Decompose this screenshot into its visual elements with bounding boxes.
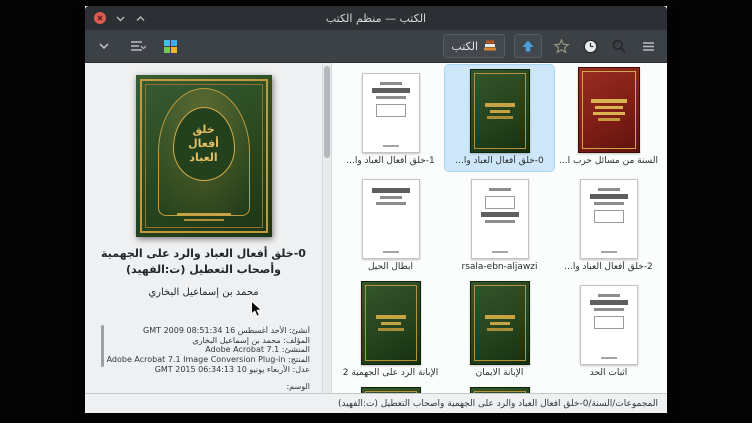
- details-panel: خلق أفعال العباد 0-خلق أفعال العباد والر…: [85, 63, 322, 393]
- meta-tag: الوسم:: [95, 382, 310, 392]
- book-thumbnail: [470, 385, 530, 393]
- sort-menu-button[interactable]: [127, 35, 147, 57]
- scrollbar-thumb[interactable]: [324, 66, 330, 158]
- meta-producer: المنتج: Adobe Acrobat 7.1 Image Conversi…: [95, 355, 310, 365]
- grid-item[interactable]: rsala-ebn-aljawzi: [445, 171, 554, 277]
- meta-creator: المنشئ: Adobe Acrobat 7.1: [95, 345, 310, 355]
- titlebar: الكتب — منظم الكتب: [85, 6, 667, 30]
- grid-item[interactable]: [336, 383, 445, 393]
- books-button-label: الكتب: [451, 40, 478, 53]
- grid-scrollbar[interactable]: [322, 63, 332, 393]
- grid-item[interactable]: اثبات الحد: [554, 277, 663, 383]
- toolbar-left-group: [94, 35, 180, 57]
- app-window: الكتب — منظم الكتب: [85, 6, 667, 413]
- star-icon: [553, 38, 570, 55]
- toolbar: الكتب: [85, 30, 667, 63]
- search-icon: [611, 38, 627, 54]
- grid-item: [554, 383, 663, 393]
- grid-item-label: 2-خلق أفعال العباد وا...: [564, 261, 653, 273]
- expand-chevron-button[interactable]: [94, 35, 114, 57]
- minimize-icon: [115, 13, 126, 24]
- main-content: خلق أفعال العباد 0-خلق أفعال العباد والر…: [85, 63, 667, 393]
- grid-item-label: السنة من مسائل حرب ا...: [559, 155, 658, 167]
- grid-item[interactable]: 2-خلق أفعال العباد وا...: [554, 171, 663, 277]
- grid-item-selected[interactable]: 0-خلق أفعال العباد وا...: [445, 65, 554, 171]
- status-bar: المجموعات/السنة/0-خلق أفعال العباد والرد…: [85, 393, 667, 413]
- icon-view-icon: [162, 38, 179, 55]
- close-button[interactable]: [94, 12, 106, 24]
- sort-list-icon: [129, 38, 146, 54]
- close-icon: [96, 14, 104, 22]
- book-grid: السنة من مسائل حرب ا... 0-خلق أفعال العب…: [332, 63, 667, 393]
- go-up-button[interactable]: [514, 34, 542, 58]
- grid-item-label: rsala-ebn-aljawzi: [462, 261, 538, 273]
- book-author: محمد بن إسماعيل البخاري: [85, 287, 322, 298]
- grid-item-label: اثبات الحد: [590, 367, 628, 379]
- book-thumbnail: [578, 67, 640, 153]
- book-cover: خلق أفعال العباد: [136, 75, 272, 237]
- meta-author: المؤلف: محمد بن إسماعيل البخاري: [95, 336, 310, 346]
- window-controls: [94, 6, 146, 30]
- chevron-down-icon: [96, 38, 112, 54]
- meta-modified: عدل: الأربعاء يونيو 10 06:34:13 2015 GMT: [95, 365, 310, 375]
- collection-books-button[interactable]: الكتب: [443, 34, 505, 58]
- minimize-button[interactable]: [115, 9, 126, 28]
- favorites-button[interactable]: [551, 35, 571, 57]
- book-metadata: أنشئ: الأحد أغسطس 16 08:51:34 2009 GMT ا…: [95, 326, 310, 392]
- book-thumbnail: [470, 279, 530, 365]
- menu-button[interactable]: [638, 35, 658, 57]
- screen: { "titlebar": { "title": "الكتب — منظم ا…: [0, 0, 752, 423]
- book-thumbnail: [361, 279, 421, 365]
- recent-button[interactable]: [580, 35, 600, 57]
- grid-item-label: 1-خلق أفعال العباد وا...: [346, 155, 435, 167]
- book-thumbnail: [580, 173, 638, 259]
- books-icon: [483, 38, 497, 55]
- grid-item[interactable]: الإبانة الايمان: [445, 277, 554, 383]
- grid-item-label: 0-خلق أفعال العباد وا...: [455, 155, 544, 167]
- cover-title: خلق أفعال العباد: [179, 123, 229, 166]
- grid-item[interactable]: السنة من مسائل حرب ا...: [554, 65, 663, 171]
- toolbar-right-group: الكتب: [443, 34, 658, 58]
- window-title: الكتب — منظم الكتب: [85, 12, 667, 25]
- grid-item[interactable]: [445, 383, 554, 393]
- maximize-button[interactable]: [135, 9, 146, 28]
- grid-item-label: الإبانة الرد على الجهمية 2: [343, 367, 438, 379]
- grid-item[interactable]: 1-خلق أفعال العباد وا...: [336, 65, 445, 171]
- hamburger-icon: [641, 39, 656, 54]
- book-thumbnail: [362, 67, 420, 153]
- book-title: 0-خلق أفعال العباد والرد على الجهمية وأص…: [98, 246, 309, 278]
- clock-icon: [582, 38, 599, 55]
- search-button[interactable]: [609, 35, 629, 57]
- book-thumbnail: [580, 279, 638, 365]
- grid-item-label: الإبانة الايمان: [476, 367, 524, 379]
- maximize-icon: [135, 13, 146, 24]
- icon-view-button[interactable]: [160, 35, 180, 57]
- grid-item[interactable]: الإبانة الرد على الجهمية 2: [336, 277, 445, 383]
- book-thumbnail: [471, 173, 529, 259]
- grid-item[interactable]: ابطال الحيل: [336, 171, 445, 277]
- details-scrollbar[interactable]: [101, 325, 104, 367]
- grid-item-label: ابطال الحيل: [368, 261, 413, 273]
- book-thumbnail: [470, 67, 530, 153]
- up-arrow-icon: [520, 38, 536, 54]
- meta-created: أنشئ: الأحد أغسطس 16 08:51:34 2009 GMT: [95, 326, 310, 336]
- book-thumbnail: [361, 385, 421, 393]
- status-path: المجموعات/السنة/0-خلق أفعال العباد والرد…: [338, 399, 658, 409]
- book-thumbnail: [362, 173, 420, 259]
